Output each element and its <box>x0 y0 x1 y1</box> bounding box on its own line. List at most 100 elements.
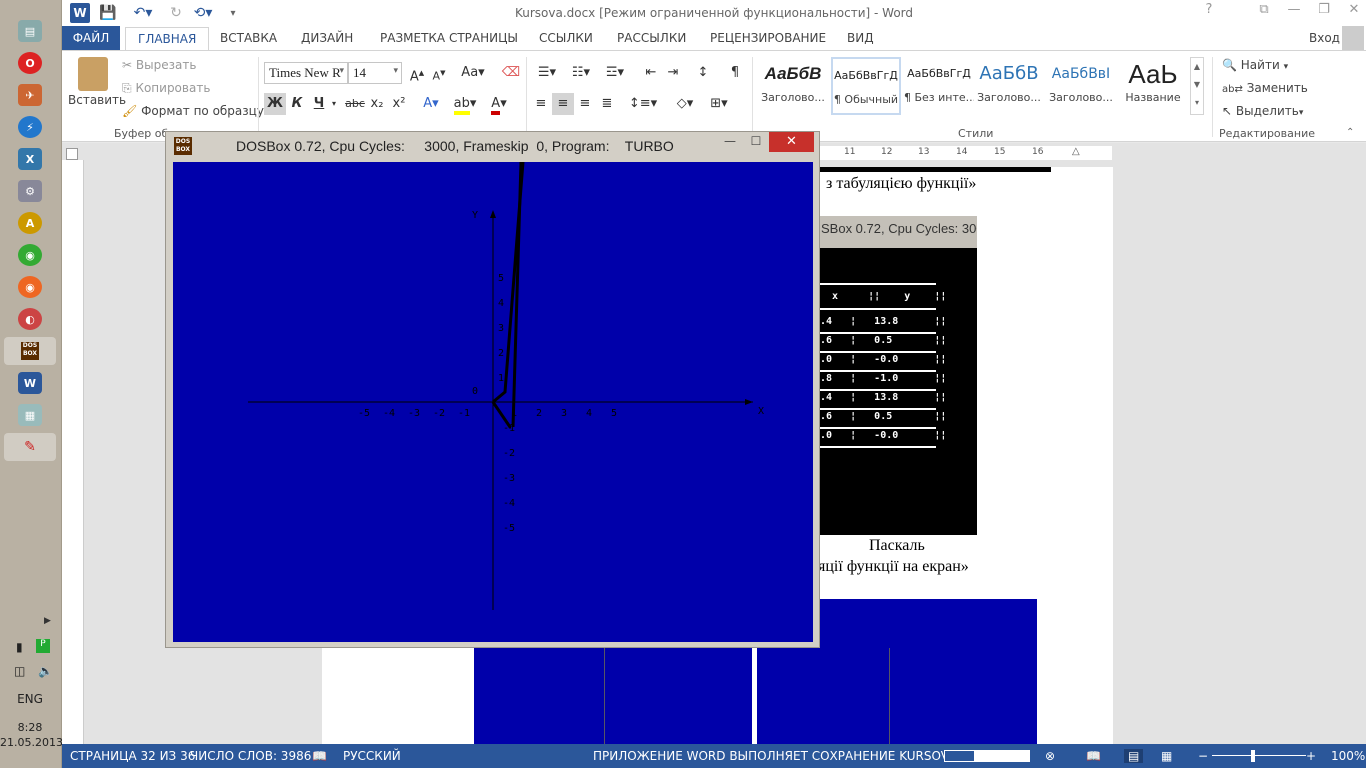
tray-app-icon[interactable]: P <box>36 639 50 653</box>
close-button[interactable]: ✕ <box>1340 2 1366 22</box>
show-formatting-icon[interactable]: ¶ <box>724 62 746 84</box>
dosbox-window[interactable]: DOS BOX DOSBox 0.72, Cpu Cycles: 3000, F… <box>165 131 820 648</box>
word-icon[interactable]: W <box>18 372 42 394</box>
language-status[interactable]: РУССКИЙ <box>343 749 401 763</box>
zoom-level[interactable]: 100% <box>1331 749 1365 763</box>
clock[interactable]: 8:28 21.05.2013 <box>0 720 63 750</box>
cancel-save-icon[interactable]: ⊗ <box>1045 749 1055 763</box>
tab-insert[interactable]: ВСТАВКА <box>220 29 277 50</box>
web-layout-icon[interactable]: ▦ <box>1161 749 1172 763</box>
dosbox-title-bar[interactable]: DOS BOX DOSBox 0.72, Cpu Cycles: 3000, F… <box>166 132 819 160</box>
chrome-icon[interactable]: ◉ <box>18 244 42 266</box>
tab-design[interactable]: ДИЗАЙН <box>301 29 353 50</box>
subscript-button[interactable]: x₂ <box>366 93 388 115</box>
app-icon[interactable]: ✈ <box>18 84 42 106</box>
lightning-icon[interactable]: ⚡ <box>18 116 42 138</box>
line-spacing-icon[interactable]: ↕≡▾ <box>628 93 658 115</box>
strikethrough-button[interactable]: abc <box>342 93 368 115</box>
select-button[interactable]: Выделить <box>1236 104 1299 118</box>
align-right-icon[interactable]: ≡ <box>574 93 596 115</box>
word-count[interactable]: ЧИСЛО СЛОВ: 3986 <box>190 749 311 763</box>
dosbox-maximize-button[interactable]: ☐ <box>744 134 768 152</box>
borders-icon[interactable]: ⊞▾ <box>704 93 734 115</box>
zoom-in-icon[interactable]: + <box>1306 749 1316 763</box>
tab-references[interactable]: ССЫЛКИ <box>539 29 593 50</box>
firefox-icon[interactable]: ◉ <box>18 276 42 298</box>
browser-icon[interactable]: ◐ <box>18 308 42 330</box>
tab-review[interactable]: РЕЦЕНЗИРОВАНИЕ <box>710 29 826 50</box>
zoom-slider-thumb[interactable] <box>1251 750 1255 762</box>
find-button[interactable]: Найти <box>1241 58 1280 72</box>
font-color-icon[interactable]: A▾ <box>486 93 512 115</box>
shading-icon[interactable]: ◇▾ <box>670 93 700 115</box>
underline-button[interactable]: Ч <box>308 93 330 115</box>
battery-icon[interactable]: ▮ <box>16 640 23 654</box>
network-icon[interactable]: ◫ <box>14 664 25 678</box>
xnview-icon[interactable]: X <box>18 148 42 170</box>
align-left-icon[interactable]: ≡ <box>530 93 552 115</box>
underline-dropdown-icon[interactable]: ▾ <box>328 93 340 115</box>
collapse-ribbon-icon[interactable]: ⌃ <box>1346 127 1354 138</box>
style-heading3[interactable]: АаБбВвI Заголово... <box>1046 57 1116 115</box>
dosbox-screen[interactable]: YX0-5-4-3-2-11234554321-1-2-3-4-5 <box>173 161 813 642</box>
shrink-font-icon[interactable]: A▼ <box>428 62 450 84</box>
embedded-graph-image[interactable] <box>474 648 752 744</box>
zoom-out-icon[interactable]: − <box>1198 749 1208 763</box>
proofing-icon[interactable]: 📖 <box>312 749 327 763</box>
dosbox-close-button[interactable]: ✕ <box>769 132 814 152</box>
cut-button[interactable]: Вырезать <box>136 58 197 72</box>
tab-selector-icon[interactable] <box>66 148 78 160</box>
page-indicator[interactable]: СТРАНИЦА 32 ИЗ 36 <box>70 749 195 763</box>
help-button[interactable]: ? <box>1195 2 1223 22</box>
settings-icon[interactable]: ⚙ <box>18 180 42 202</box>
paint-taskbar-button[interactable]: ✎ <box>4 433 56 461</box>
bullets-icon[interactable]: ☰▾ <box>532 62 562 84</box>
tab-home[interactable]: ГЛАВНАЯ <box>125 27 210 51</box>
sign-in-link[interactable]: Вход <box>1309 29 1340 50</box>
bold-button[interactable]: Ж <box>264 93 286 115</box>
text-effects-icon[interactable]: A▾ <box>418 93 444 115</box>
notepad-icon[interactable]: ▦ <box>18 404 42 426</box>
language-indicator[interactable]: ENG <box>0 692 60 706</box>
style-normal[interactable]: АаБбВвГгД ¶ Обычный <box>831 57 901 115</box>
superscript-button[interactable]: x² <box>388 93 410 115</box>
style-no-spacing[interactable]: АаБбВвГгД ¶ Без инте... <box>904 57 974 115</box>
dosbox-taskbar-button[interactable]: DOS BOX <box>4 337 56 365</box>
opera-icon[interactable]: O <box>18 52 42 74</box>
highlight-icon[interactable]: ab▾ <box>450 93 480 115</box>
grow-font-icon[interactable]: A▲ <box>406 62 428 84</box>
paste-button[interactable]: Вставить <box>68 93 126 107</box>
format-painter-button[interactable]: Формат по образцу <box>141 104 264 118</box>
sort-icon[interactable]: ↕ <box>692 62 714 84</box>
tab-mailings[interactable]: РАССЫЛКИ <box>617 29 686 50</box>
justify-icon[interactable]: ≣ <box>596 93 618 115</box>
change-case-icon[interactable]: Aa▾ <box>458 62 488 84</box>
indent-marker-icon[interactable]: △ <box>1072 146 1080 157</box>
replace-button[interactable]: Заменить <box>1247 81 1308 95</box>
decrease-indent-icon[interactable]: ⇤ <box>640 62 662 84</box>
font-size-combo[interactable]: 14 <box>348 62 402 84</box>
style-heading1[interactable]: АаБбВ Заголово... <box>758 57 828 115</box>
avast-icon[interactable]: A <box>18 212 42 234</box>
explorer-icon[interactable]: ▤ <box>18 20 42 42</box>
volume-icon[interactable]: 🔈 <box>38 664 53 678</box>
embedded-table-image[interactable]: SBox 0.72, Cpu Cycles: 3000, F x ¦¦ y ¦¦… <box>820 216 977 535</box>
dosbox-minimize-button[interactable]: — <box>718 134 742 152</box>
embedded-graph-image[interactable] <box>757 648 1037 744</box>
font-name-combo[interactable]: Times New R <box>264 62 348 84</box>
align-center-icon[interactable]: ≡ <box>552 93 574 115</box>
increase-indent-icon[interactable]: ⇥ <box>662 62 684 84</box>
italic-button[interactable]: К <box>286 93 308 115</box>
styles-scroll[interactable]: ▲ ▼ ▾ <box>1190 57 1204 115</box>
ribbon-display-options-icon[interactable]: ⧉ <box>1250 2 1278 22</box>
multilevel-list-icon[interactable]: ☲▾ <box>600 62 630 84</box>
numbering-icon[interactable]: ☷▾ <box>566 62 596 84</box>
tab-file[interactable]: ФАЙЛ <box>62 26 120 50</box>
style-title[interactable]: АаЬ Название <box>1118 57 1188 115</box>
restore-button[interactable]: ❐ <box>1310 2 1338 22</box>
print-layout-icon[interactable]: ▤ <box>1124 749 1144 763</box>
avatar[interactable] <box>1342 26 1364 50</box>
minimize-button[interactable]: — <box>1280 2 1308 22</box>
paste-icon[interactable] <box>78 57 108 91</box>
tray-expand-icon[interactable]: ▶ <box>44 616 51 626</box>
